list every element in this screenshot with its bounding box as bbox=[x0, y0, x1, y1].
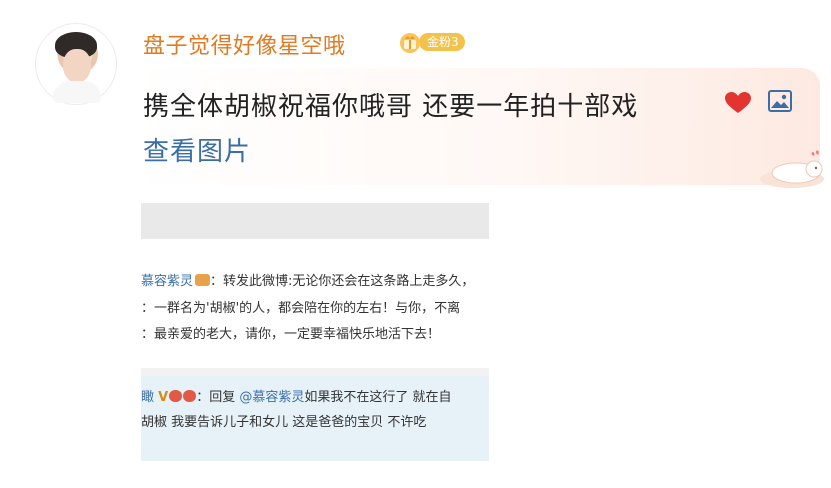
avatar-face bbox=[63, 49, 91, 83]
comment1-text-1: ：转发此微博:无论你还会在这条路上走多久， bbox=[210, 274, 475, 289]
screenshot-separator bbox=[141, 368, 489, 376]
comment1-line2: ：一群名为'胡椒'的人，都会陪在你的左右！与你，不离 bbox=[141, 301, 461, 316]
comment2-author: 瞰 bbox=[141, 390, 155, 405]
verified-v-icon: V bbox=[158, 390, 169, 405]
screenshot-comment-2: 瞰 V ：回复 @慕容紫灵如果我不在这行了 就在自 胡椒 我要告诉儿子和女儿 这是… bbox=[141, 376, 489, 461]
badge-icon bbox=[169, 390, 183, 402]
screenshot-comment-1: 慕容紫灵 ：转发此微博:无论你还会在这条路上走多久， ：一群名为'胡椒'的人，都会… bbox=[141, 258, 489, 368]
screenshot-top-bar bbox=[141, 203, 489, 239]
embedded-weibo-screenshot[interactable]: 慕容紫灵 ：转发此微博:无论你还会在这条路上走多久， ：一群名为'胡椒'的人，都会… bbox=[141, 203, 489, 461]
cute-animal-sticker bbox=[752, 147, 826, 189]
comment2-reply-text: 如果我不在这行了 就在自 bbox=[304, 390, 452, 405]
comment2-reply-prefix: ：回复 bbox=[196, 390, 236, 405]
comment1-line1: 慕容紫灵 ：转发此微博:无论你还会在这条路上走多久， bbox=[141, 270, 474, 289]
heart-icon bbox=[724, 91, 752, 115]
user-avatar[interactable] bbox=[35, 23, 117, 105]
member-icon bbox=[195, 274, 211, 286]
view-images-link[interactable]: 查看图片 bbox=[143, 131, 251, 168]
avatar-shirt bbox=[53, 81, 101, 103]
badge-label: 金粉3 bbox=[419, 33, 465, 51]
badge-icon bbox=[183, 390, 197, 402]
comment2-line1: 瞰 V ：回复 @慕容紫灵如果我不在这行了 就在自 bbox=[141, 386, 452, 405]
comment1-author: 慕容紫灵 bbox=[141, 274, 194, 289]
comment-text: 携全体胡椒祝福你哦哥 还要一年拍十部戏 bbox=[143, 92, 639, 122]
comment2-mention: @慕容紫灵 bbox=[239, 390, 305, 405]
fan-badge[interactable]: 金粉3 bbox=[397, 29, 471, 55]
username[interactable]: 盘子觉得好像星空哦 bbox=[143, 28, 346, 60]
comment2-line2: 胡椒 我要告诉儿子和女儿 这是爸爸的宝贝 不许吃 bbox=[141, 415, 427, 430]
gift-badge-icon bbox=[397, 29, 423, 55]
comment1-line3: ：最亲爱的老大，请你，一定要幸福快乐地活下去！ bbox=[141, 327, 441, 342]
image-icon[interactable] bbox=[767, 88, 793, 114]
